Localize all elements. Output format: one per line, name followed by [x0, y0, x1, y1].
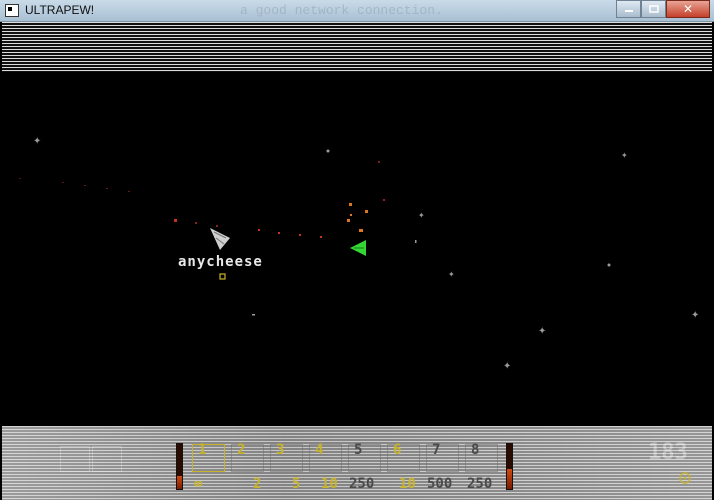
- weapon-slot-1[interactable]: 1: [192, 442, 225, 472]
- star: ✦: [538, 326, 546, 337]
- maximize-icon: [648, 5, 659, 13]
- slot-frame: [465, 444, 498, 472]
- window-controls: ✕: [616, 0, 710, 18]
- ammo-count-2: 2: [253, 476, 262, 492]
- star: ✦: [621, 151, 628, 160]
- health-bar-right: [506, 443, 513, 490]
- maximize-button[interactable]: [641, 0, 666, 18]
- ammo-count-4: 10: [321, 476, 338, 492]
- star: [252, 314, 255, 316]
- window-title: ULTRAPEW!: [25, 3, 95, 17]
- ammo-count-8: 250: [467, 476, 493, 492]
- weapon-slot-7[interactable]: 7: [426, 442, 459, 472]
- star: ✦: [33, 136, 41, 147]
- score-counter: 183: [648, 440, 688, 465]
- slot-frame: [192, 444, 225, 472]
- slot-number: 4: [315, 442, 324, 458]
- star: ✦: [691, 310, 699, 321]
- weapon-slot-8[interactable]: 8: [465, 442, 498, 472]
- enemy-ship: [350, 240, 366, 256]
- ammo-count-5: 250: [349, 476, 375, 492]
- star: ✦: [418, 211, 425, 220]
- slot-number: 5: [354, 442, 363, 458]
- weapon-slot-4[interactable]: 4: [309, 442, 342, 472]
- star: ✦: [448, 270, 455, 279]
- explosion-debris: [347, 203, 368, 232]
- top-scanline-band: [2, 22, 712, 72]
- star: [607, 263, 611, 267]
- star: [326, 149, 330, 153]
- ammo-count-3: 5: [292, 476, 301, 492]
- health-fill-left: [177, 475, 182, 489]
- particle-trail: [19, 161, 385, 238]
- close-icon: ✕: [682, 2, 694, 16]
- game-playfield[interactable]: ✦ ✦ ✦ ✦ ✦ ✦ ✦ anycheese: [2, 72, 712, 426]
- weapon-slot-5[interactable]: 5: [348, 442, 381, 472]
- health-fill-right: [507, 468, 512, 489]
- ammo-count-7: 500: [427, 476, 453, 492]
- slot-frame: [270, 444, 303, 472]
- health-bar-left: [176, 443, 183, 490]
- playfield-canvas: ✦ ✦ ✦ ✦ ✦ ✦ ✦: [19, 136, 699, 372]
- slot-frame: [426, 444, 459, 472]
- minimize-icon: [624, 10, 633, 12]
- app-icon: [5, 4, 19, 17]
- slot-number: 6: [393, 442, 402, 458]
- window-titlebar[interactable]: ULTRAPEW! a good network connection. ✕: [0, 0, 714, 22]
- slot-frame: [309, 444, 342, 472]
- ammo-count-6: 10: [399, 476, 416, 492]
- hud-ghost-box: [92, 446, 122, 472]
- star: ✦: [503, 361, 511, 372]
- player-marker: [219, 273, 226, 280]
- ammo-count-1: ∞: [194, 476, 203, 492]
- hud-ghost-box: [60, 446, 90, 472]
- slot-number: 3: [276, 442, 285, 458]
- slot-frame: [231, 444, 264, 472]
- slot-number: 8: [471, 442, 480, 458]
- star: [415, 240, 417, 243]
- weapon-slot-6[interactable]: 6: [387, 442, 420, 472]
- background-ghost-text: a good network connection.: [240, 3, 443, 18]
- player-name-label: anycheese: [178, 254, 263, 270]
- slot-number: 7: [432, 442, 441, 458]
- gear-icon: [679, 472, 691, 484]
- minimize-button[interactable]: [616, 0, 641, 18]
- starfield: ✦ ✦ ✦ ✦ ✦ ✦ ✦: [33, 136, 699, 372]
- close-button[interactable]: ✕: [666, 0, 710, 18]
- slot-frame: [348, 444, 381, 472]
- weapon-slot-3[interactable]: 3: [270, 442, 303, 472]
- slot-frame: [387, 444, 420, 472]
- slot-number: 1: [198, 442, 207, 458]
- slot-number: 2: [237, 442, 246, 458]
- weapon-slot-2[interactable]: 2: [231, 442, 264, 472]
